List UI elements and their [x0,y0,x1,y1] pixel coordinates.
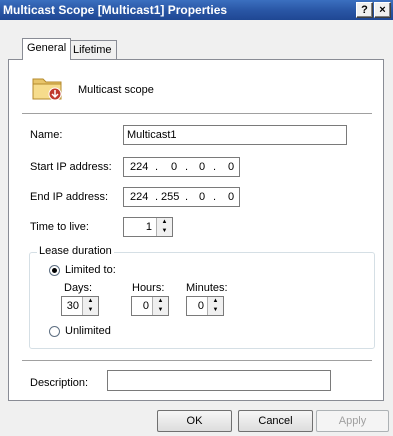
folder-multicast-icon [31,73,65,101]
ip-separator: . [185,161,189,173]
end-ip-octet-3[interactable]: 0 [199,188,205,206]
start-ip-octet-4[interactable]: 0 [228,158,234,176]
description-input[interactable] [107,370,331,391]
hours-spinner[interactable]: 0 ▲ ▼ [131,296,169,316]
hours-spin-buttons[interactable]: ▲ ▼ [152,297,168,315]
unlimited-label[interactable]: Unlimited [65,325,111,337]
days-label: Days: [64,282,93,294]
start-ip-label: Start IP address: [30,161,112,173]
days-spinner[interactable]: 30 ▲ ▼ [61,296,99,316]
spin-down-icon[interactable]: ▼ [157,227,172,236]
tab-general[interactable]: General [22,38,72,60]
start-ip-octet-2[interactable]: 0 [171,158,177,176]
limited-radio[interactable] [49,265,60,276]
end-ip-octet-4[interactable]: 0 [228,188,234,206]
end-ip-octet-2[interactable]: 255 [161,188,179,206]
spin-up-icon[interactable]: ▲ [83,297,98,306]
ip-separator: . [213,161,217,173]
start-ip-octet-1[interactable]: 224 [130,158,148,176]
ip-separator: . [155,191,159,203]
cancel-button[interactable]: Cancel [238,410,313,432]
spin-up-icon[interactable]: ▲ [157,218,172,227]
ok-button[interactable]: OK [157,410,232,432]
days-value[interactable]: 30 [67,297,79,315]
spin-down-icon[interactable]: ▼ [153,306,168,315]
scope-type-label: Multicast scope [78,84,154,96]
ttl-label: Time to live: [30,221,89,233]
tab-lifetime[interactable]: Lifetime [68,40,117,59]
help-button[interactable]: ? [356,2,373,18]
close-icon: × [379,4,386,16]
end-ip-label: End IP address: [30,191,109,203]
ip-separator: . [213,191,217,203]
ip-separator: . [155,161,159,173]
hours-value[interactable]: 0 [143,297,149,315]
limited-label[interactable]: Limited to: [65,264,116,276]
ttl-spin-buttons[interactable]: ▲ ▼ [156,218,172,236]
unlimited-radio[interactable] [49,326,60,337]
spin-up-icon[interactable]: ▲ [208,297,223,306]
end-ip-octet-1[interactable]: 224 [130,188,148,206]
minutes-spinner[interactable]: 0 ▲ ▼ [186,296,224,316]
close-button[interactable]: × [374,2,391,18]
apply-button[interactable]: Apply [316,410,389,432]
spin-down-icon[interactable]: ▼ [83,306,98,315]
start-ip-input[interactable]: 224 . 0 . 0 . 0 [123,157,240,177]
start-ip-octet-3[interactable]: 0 [199,158,205,176]
window-title: Multicast Scope [Multicast1] Properties [3,3,228,17]
name-label: Name: [30,129,63,141]
minutes-label: Minutes: [186,282,228,294]
name-input[interactable]: Multicast1 [123,125,347,145]
spin-down-icon[interactable]: ▼ [208,306,223,315]
lease-group-title: Lease duration [37,245,114,257]
help-icon: ? [361,4,368,16]
minutes-spin-buttons[interactable]: ▲ ▼ [207,297,223,315]
lease-divider [22,360,372,362]
hours-label: Hours: [132,282,165,294]
ttl-spinner[interactable]: 1 ▲ ▼ [123,217,173,237]
end-ip-input[interactable]: 224 . 255 . 0 . 0 [123,187,240,207]
description-label: Description: [30,377,89,389]
days-spin-buttons[interactable]: ▲ ▼ [82,297,98,315]
ttl-value[interactable]: 1 [146,218,152,236]
spin-up-icon[interactable]: ▲ [153,297,168,306]
title-bar[interactable]: Multicast Scope [Multicast1] Properties … [0,0,393,20]
header-divider [22,113,372,115]
minutes-value[interactable]: 0 [198,297,204,315]
ip-separator: . [185,191,189,203]
